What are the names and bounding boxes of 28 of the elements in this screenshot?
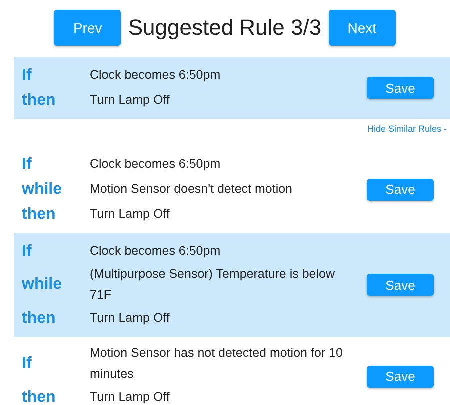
clause-keyword: If (22, 66, 33, 84)
clause-keyword: then (22, 206, 57, 224)
save-button[interactable]: Save (367, 274, 434, 296)
clause-keyword: while (22, 180, 64, 198)
clause-text: Turn Lamp Off (90, 389, 171, 405)
clause-keyword: If (22, 355, 33, 373)
clause-keyword: If (22, 242, 33, 260)
prev-button[interactable]: Prev (54, 10, 122, 46)
save-button[interactable]: Save (367, 77, 434, 99)
clause-text: Clock becomes 6:50pm (90, 243, 222, 260)
save-button[interactable]: Save (367, 366, 434, 388)
clause-text: (Multipurpose Sensor) Temperature is below 71F (90, 266, 336, 304)
clause-keyword: If (22, 156, 33, 174)
clause-text: Turn Lamp Off (90, 310, 171, 327)
page-title: Suggested Rule 3/3 (128, 14, 322, 40)
next-button[interactable]: Next (328, 10, 396, 46)
hide-similar-rules-link[interactable]: Hide Similar Rules - (367, 124, 447, 134)
clause-text: Turn Lamp Off (90, 206, 171, 223)
clause-keyword: then (22, 310, 57, 328)
clause-text: Motion Sensor doesn't detect motion (90, 181, 294, 198)
save-button[interactable]: Save (367, 178, 434, 200)
clause-text: Motion Sensor has not detected motion for 10 minutes (90, 345, 344, 383)
clause-keyword: then (22, 92, 57, 110)
clause-text: Clock becomes 6:50pm (90, 67, 222, 84)
clause-text: Clock becomes 6:50pm (90, 156, 222, 173)
clause-keyword: while (22, 276, 64, 294)
clause-keyword: then (22, 388, 57, 405)
clause-text: Turn Lamp Off (90, 92, 171, 109)
